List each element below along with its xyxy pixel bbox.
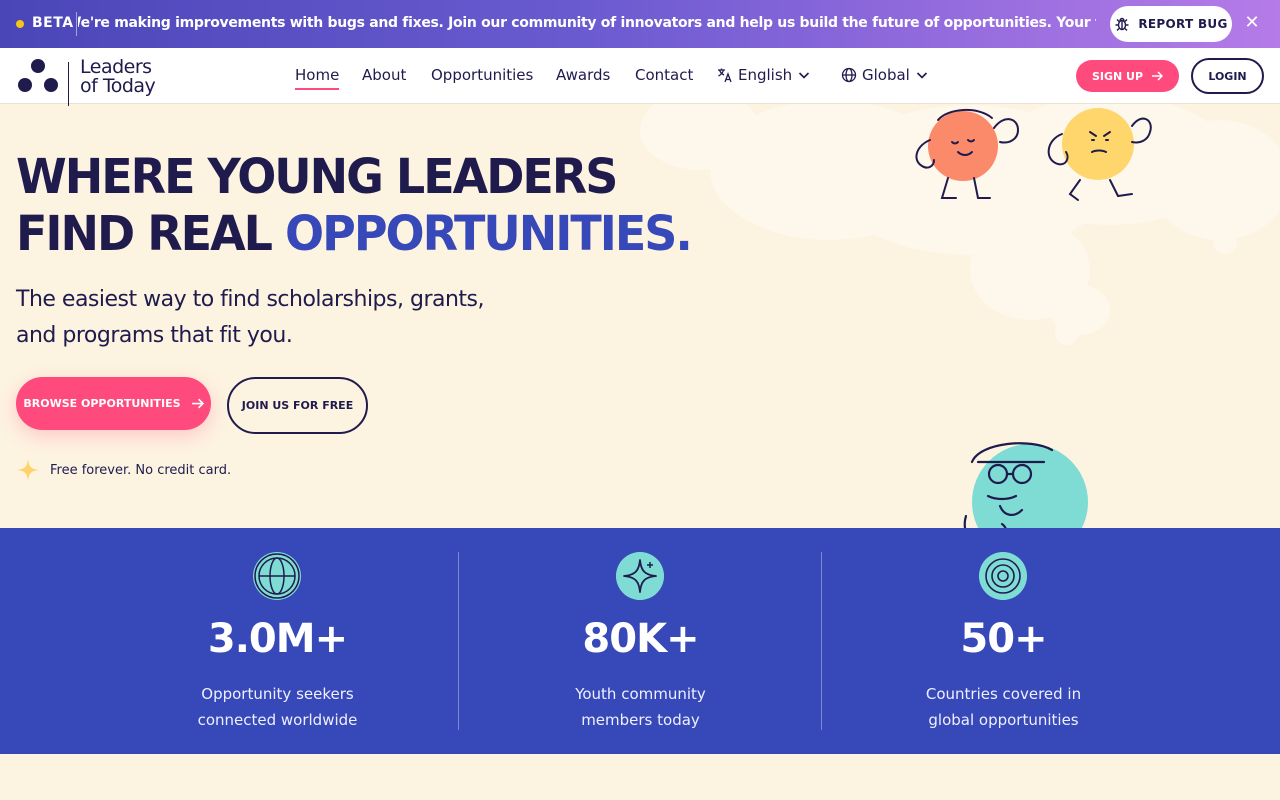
hero-title-accent: OPPORTUNITIES [285,204,677,262]
hero-title-period: . [675,204,693,262]
free-note-text: Free forever. No credit card. [50,462,232,478]
stat-label-line-1: Youth community [575,685,706,703]
chevron-down-icon [799,72,810,79]
hero-title: WHERE YOUNG LEADERS FIND REAL OPPORTUNIT… [16,148,693,262]
arrow-right-icon [191,398,204,409]
hero-title-line-1: WHERE YOUNG LEADERS [16,148,618,205]
nav-link-opportunities[interactable]: Opportunities [431,66,533,84]
stat-value: 80K+ [582,616,699,662]
stat-value: 3.0M+ [207,616,348,662]
hero-subtitle-line-2: and programs that fit you. [16,323,293,348]
logo-line-2: of Today [80,75,156,97]
stats-section: 3.0M+ Opportunity seekers connected worl… [0,528,1280,754]
nav-link-about[interactable]: About [362,66,406,84]
nav-link-home[interactable]: Home [295,66,340,90]
close-icon[interactable]: ✕ [1243,14,1261,32]
beta-status-dot [16,20,24,28]
announcement-text: We're making improvements with bugs and … [78,15,1096,31]
bug-icon [1115,17,1129,31]
stat-value: 50+ [960,616,1047,662]
globe-icon [253,552,301,600]
free-note: Free forever. No credit card. [16,458,231,482]
stat-label-line-2: global opportunities [928,711,1079,729]
login-button[interactable]: LOGIN [1191,58,1264,94]
stat-youth-community: 80K+ Youth community members today [459,528,822,754]
main-navbar: Leaders of Today Home About Opportunitie… [0,48,1280,106]
report-bug-button[interactable]: REPORT BUG [1110,6,1232,42]
beta-divider [76,12,77,36]
stat-label: Opportunity seekers connected worldwide [96,681,459,733]
stat-countries: 50+ Countries covered in global opportun… [822,528,1185,754]
stat-label: Youth community members today [459,681,822,733]
nav-link-awards[interactable]: Awards [556,66,610,84]
browse-opportunities-label: BROWSE OPPORTUNITIES [23,397,181,410]
stat-opportunity-seekers: 3.0M+ Opportunity seekers connected worl… [96,528,459,754]
region-selector[interactable]: Global [841,66,929,84]
logo-mark-icon [18,59,58,92]
join-free-label: JOIN US FOR FREE [241,399,354,412]
login-label: LOGIN [1208,69,1247,83]
sign-up-button[interactable]: SIGN UP [1076,60,1179,92]
globe-icon [841,67,857,83]
chevron-down-icon [916,72,927,79]
beta-label: BETA [32,15,74,31]
language-label: English [738,66,793,84]
beta-banner: BETA We're making improvements with bugs… [0,0,1280,48]
target-icon [979,552,1027,600]
translate-icon [718,68,732,83]
stat-label: Countries covered in global opportunitie… [822,681,1185,733]
arrow-right-icon [1152,71,1164,81]
browse-opportunities-button[interactable]: BROWSE OPPORTUNITIES [16,377,211,430]
hero-title-line-2: FIND REAL [16,204,286,262]
announcement-marquee: We're making improvements with bugs and … [78,0,1096,48]
logo-wordmark: Leaders of Today [80,58,156,97]
stat-label-line-1: Opportunity seekers [201,685,354,703]
stat-label-line-2: members today [581,711,700,729]
hero-subtitle: The easiest way to find scholarships, gr… [16,282,536,354]
sparkle-icon [17,459,39,481]
language-selector[interactable]: English [717,66,811,84]
sparkle-icon [616,552,664,600]
stat-label-line-2: connected worldwide [197,711,358,729]
nav-link-contact[interactable]: Contact [635,66,693,84]
join-free-button[interactable]: JOIN US FOR FREE [227,377,368,434]
region-label: Global [862,66,910,84]
yellow-character-illustration [1047,108,1152,201]
hero-subtitle-line-1: The easiest way to find scholarships, gr… [16,287,485,312]
report-bug-label: REPORT BUG [1138,17,1228,31]
site-logo[interactable]: Leaders of Today [16,56,166,106]
sign-up-label: SIGN UP [1091,69,1144,83]
orange-character-illustration [915,108,1020,199]
logo-divider [68,62,69,106]
stat-label-line-1: Countries covered in [925,685,1082,703]
